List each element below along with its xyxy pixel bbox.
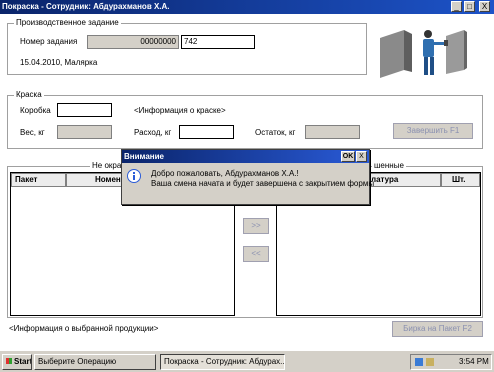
weight-field <box>57 125 112 139</box>
welcome-dialog: Внимание OK X Добро пожаловать, Абдурахм… <box>121 149 374 205</box>
minimize-button[interactable]: _ <box>451 1 462 12</box>
start-label: Start <box>14 357 32 366</box>
window-title-bar: Покраска - Сотрудник: Абдурахманов Х.А. <box>0 0 494 14</box>
product-info-text: <Информация о выбранной продукции> <box>9 324 159 333</box>
dialog-close-button[interactable]: X <box>356 151 367 162</box>
finish-button[interactable]: Завершить F1 <box>393 123 473 139</box>
task-date-info: 15.04.2010, Малярка <box>20 58 98 67</box>
right-list-legend: шенные <box>372 161 406 170</box>
move-left-button[interactable]: << <box>243 246 269 262</box>
left-list-legend: Не окра <box>90 161 124 170</box>
task-number-label: Номер задания <box>20 37 78 46</box>
consumption-field[interactable] <box>179 125 234 139</box>
start-button[interactable]: Start <box>2 354 32 370</box>
close-window-button[interactable]: X <box>479 1 490 12</box>
maximize-button[interactable]: □ <box>464 1 475 12</box>
dialog-title: Внимание <box>124 152 164 161</box>
painter-illustration <box>380 30 467 78</box>
system-tray: 3:54 PM <box>410 354 492 370</box>
box-field[interactable] <box>57 103 112 117</box>
dialog-message-line2: Ваша смена начата и будет завершена с за… <box>151 179 375 188</box>
dialog-title-bar: Внимание <box>122 150 369 163</box>
clock[interactable]: 3:54 PM <box>459 356 489 368</box>
remainder-field <box>305 125 360 139</box>
paint-legend: Краска <box>14 90 44 99</box>
window-title: Покраска - Сотрудник: Абдурахманов Х.А. <box>2 2 170 11</box>
speaker-icon[interactable] <box>426 358 434 366</box>
remainder-label: Остаток, кг <box>255 128 296 137</box>
tag-packet-button[interactable]: Бирка на Пакет F2 <box>392 321 483 337</box>
consumption-label: Расход, кг <box>134 128 172 137</box>
box-label: Коробка <box>20 106 51 115</box>
paint-info-text: <Информация о краске> <box>134 106 226 115</box>
weight-label: Вес, кг <box>20 128 45 137</box>
right-col-quantity[interactable]: Шт. <box>441 173 480 187</box>
left-col-packet[interactable]: Пакет <box>11 173 66 187</box>
task-number-field[interactable]: 742 <box>181 35 255 49</box>
dialog-ok-button[interactable]: OK <box>341 151 355 162</box>
task-number-prefix-field: 00000000 <box>87 35 179 49</box>
taskbar-app-operation[interactable]: Выберите Операцию <box>34 354 156 370</box>
taskbar: Start Выберите Операцию Покраска - Сотру… <box>0 350 494 372</box>
network-icon[interactable] <box>415 358 423 366</box>
windows-logo-icon <box>6 358 12 364</box>
info-icon <box>127 169 141 183</box>
task-legend: Производственное задание <box>14 18 121 27</box>
dialog-message-line1: Добро пожаловать, Абдурахманов Х.А.! <box>151 169 299 178</box>
taskbar-app-painting[interactable]: Покраска - Сотрудник: Абдурах... <box>160 354 285 370</box>
task-group <box>7 23 367 75</box>
move-right-button[interactable]: >> <box>243 218 269 234</box>
